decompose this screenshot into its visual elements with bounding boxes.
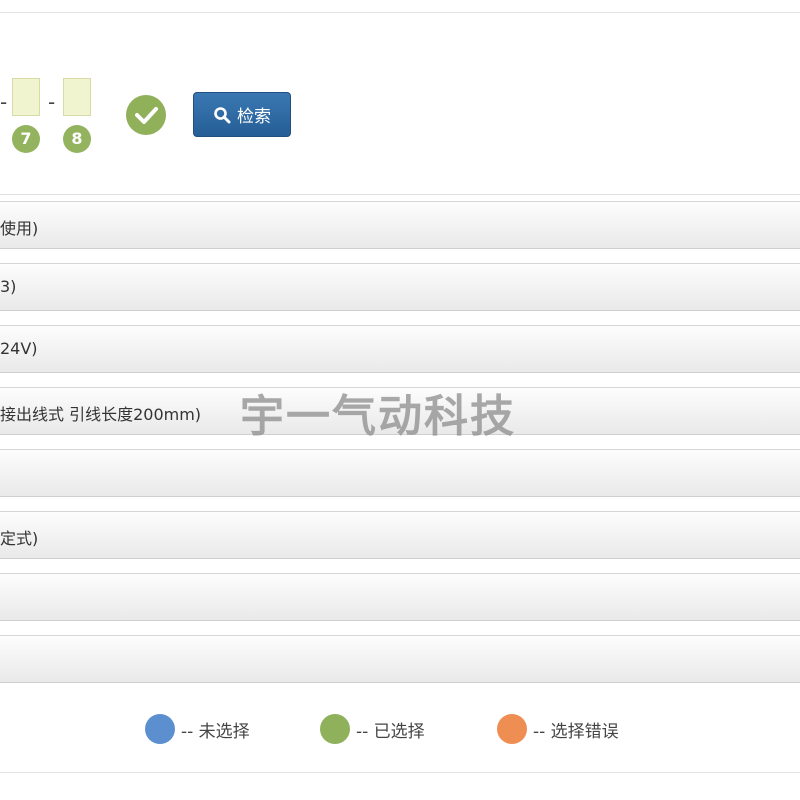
option-label: 使用) bbox=[0, 219, 39, 238]
code-slot-8[interactable] bbox=[63, 78, 91, 116]
slot-number-badge-7: 7 bbox=[12, 125, 40, 153]
option-label: 24V) bbox=[0, 339, 38, 358]
legend-selected: -- 已选择 bbox=[320, 714, 425, 744]
search-button-label: 检索 bbox=[237, 107, 271, 126]
option-row-7[interactable] bbox=[0, 573, 800, 621]
unselected-dot-icon bbox=[145, 714, 175, 744]
selected-dot-icon bbox=[320, 714, 350, 744]
legend-error: -- 选择错误 bbox=[497, 714, 619, 744]
error-dot-icon bbox=[497, 714, 527, 744]
section-divider bbox=[0, 194, 800, 195]
code-slot-7[interactable] bbox=[12, 78, 40, 116]
code-separator: - bbox=[48, 90, 56, 114]
legend-label: -- 已选择 bbox=[356, 721, 425, 742]
legend-label: -- 选择错误 bbox=[533, 721, 619, 742]
code-separator: - bbox=[0, 90, 8, 114]
bottom-divider bbox=[0, 772, 800, 773]
option-row-1[interactable]: 使用) bbox=[0, 201, 800, 249]
check-icon[interactable] bbox=[126, 95, 166, 135]
option-row-2[interactable]: 3) bbox=[0, 263, 800, 311]
search-button[interactable]: 检索 bbox=[193, 92, 291, 137]
slot-number-badge-8: 8 bbox=[63, 125, 91, 153]
option-row-8[interactable] bbox=[0, 635, 800, 683]
option-label: 3) bbox=[0, 277, 17, 296]
option-label: 定式) bbox=[0, 529, 39, 548]
legend-label: -- 未选择 bbox=[181, 721, 250, 742]
option-row-3[interactable]: 24V) bbox=[0, 325, 800, 373]
watermark-text: 宇一气动科技 bbox=[240, 391, 516, 442]
option-row-5[interactable] bbox=[0, 449, 800, 497]
search-icon bbox=[213, 106, 231, 124]
top-divider bbox=[0, 12, 800, 13]
option-row-6[interactable]: 定式) bbox=[0, 511, 800, 559]
legend-unselected: -- 未选择 bbox=[145, 714, 250, 744]
option-label: 接出线式 引线长度200mm) bbox=[0, 405, 202, 424]
